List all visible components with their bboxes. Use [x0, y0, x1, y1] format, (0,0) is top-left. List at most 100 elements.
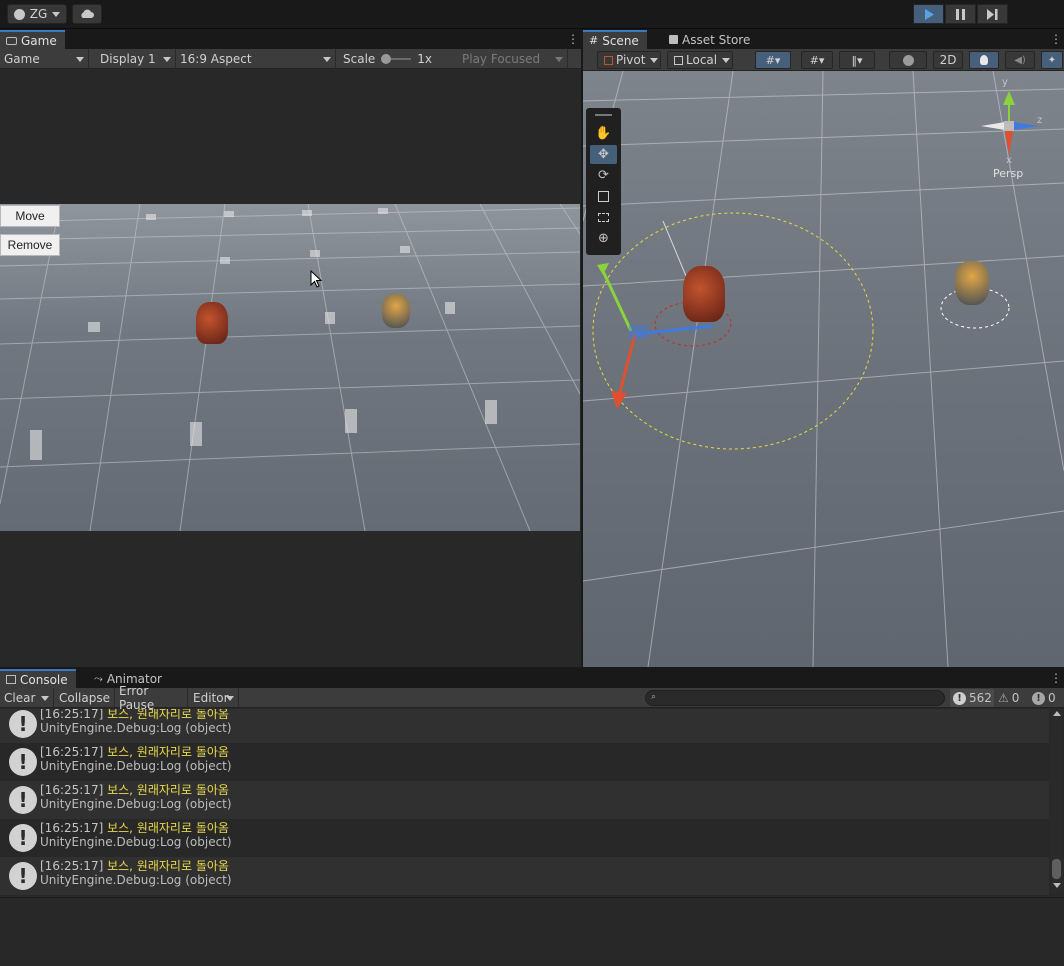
console-panel-menu-icon[interactable]: ⋮ [1050, 672, 1062, 684]
move-tool[interactable]: ✥ [590, 145, 617, 164]
player-character [955, 261, 989, 305]
tab-game[interactable]: Game [0, 30, 65, 49]
error-pause-label: Error Pause [119, 684, 155, 712]
orientation-gizmo[interactable]: y z x Persp [973, 77, 1053, 181]
lighting-toggle[interactable] [969, 51, 999, 69]
shading-mode-icon [902, 54, 914, 66]
audio-toggle[interactable]: ◀) [1005, 51, 1035, 69]
scale-slider-thumb[interactable] [381, 54, 392, 64]
console-search-field[interactable]: ⌕ [645, 690, 945, 706]
speaker-icon: ◀) [1014, 54, 1026, 66]
play-mode-dropdown[interactable]: Play Focused [458, 49, 568, 69]
grid-visibility-dropdown[interactable]: #▾ [801, 51, 833, 69]
entry-trace: UnityEngine.Debug:Log (object) [40, 835, 232, 849]
chevron-down-icon [722, 57, 731, 63]
info-icon: ! [953, 691, 966, 705]
main-toolbar: ZG [0, 0, 1064, 29]
chevron-down-icon [555, 57, 563, 62]
aspect-label: 16:9 Aspect [180, 52, 252, 66]
chevron-down-icon [323, 57, 331, 62]
collapse-toggle[interactable]: Collapse [55, 688, 115, 708]
step-button[interactable] [977, 4, 1008, 24]
log-count-toggle[interactable]: ! 562 [950, 689, 994, 707]
view-type-dropdown[interactable]: Game [0, 49, 89, 69]
hand-tool[interactable]: ✋ [590, 124, 617, 143]
scroll-up-icon[interactable] [1053, 711, 1061, 716]
scrollbar-thumb[interactable] [1052, 859, 1061, 879]
error-pause-toggle[interactable]: Error Pause [115, 684, 188, 712]
console-entry[interactable]: ! [16:25:17] 보스, 원래자리로 돌아옴 UnityEngine.D… [0, 781, 1049, 819]
error-count-toggle[interactable]: ! 0 [1032, 689, 1062, 707]
console-toolbar: Clear Collapse Error Pause Editor ⌕ ! 56… [0, 684, 1064, 712]
tab-asset-store[interactable]: Asset Store [663, 30, 758, 49]
step-icon [987, 8, 998, 20]
grid-snap-toggle[interactable]: #▾ [755, 51, 791, 69]
increment-snap-dropdown[interactable]: ‖▾ [839, 51, 875, 69]
account-label: ZG [29, 7, 48, 21]
chevron-down-icon [52, 11, 61, 17]
console-entry[interactable]: ! [16:25:17] 보스, 원래자리로 돌아옴 UnityEngine.D… [0, 857, 1049, 895]
tab-scene[interactable]: # Scene [583, 30, 647, 49]
game-tab-icon [6, 36, 17, 45]
gizmo-y-label: y [1002, 77, 1008, 88]
transform-tool[interactable]: ⊕ [590, 229, 617, 248]
game-viewport[interactable] [0, 204, 580, 531]
tab-console-label: Console [20, 672, 68, 687]
scale-icon [598, 191, 609, 202]
entry-message: 보스, 원래자리로 돌아옴 [107, 709, 229, 721]
scene-panel: # Scene Asset Store ⋮ Pivot Local #▾ #▾ … [583, 30, 1064, 667]
console-entry[interactable]: ! [16:25:17] 보스, 원래자리로 돌아옴 UnityEngine.D… [0, 709, 1049, 743]
effects-toggle[interactable]: ✦ [1041, 51, 1063, 69]
game-view-toolbar: Game Display 1 16:9 Aspect Scale 1x Play… [0, 49, 581, 69]
aspect-dropdown[interactable]: 16:9 Aspect [176, 49, 336, 69]
pause-button[interactable] [945, 4, 976, 24]
entry-trace: UnityEngine.Debug:Log (object) [40, 759, 232, 773]
transform-tools: ✋ ✥ ⟳ ⊕ [586, 108, 621, 255]
rotate-tool[interactable]: ⟳ [590, 166, 617, 185]
warning-count: 0 [1011, 691, 1020, 705]
shopping-bag-icon [669, 35, 678, 44]
warning-count-toggle[interactable]: ⚠ 0 [998, 689, 1026, 707]
console-entry[interactable]: ! [16:25:17] 보스, 원래자리로 돌아옴 UnityEngine.D… [0, 819, 1049, 857]
entry-trace: UnityEngine.Debug:Log (object) [40, 721, 232, 735]
pivot-label: Pivot [616, 53, 646, 67]
console-search-input[interactable] [662, 691, 942, 705]
editor-dropdown[interactable]: Editor [189, 688, 239, 708]
console-entry[interactable]: ! [16:25:17] 보스, 원래자리로 돌아옴 UnityEngine.D… [0, 743, 1049, 781]
scale-tool[interactable] [590, 187, 617, 206]
scale-slider[interactable] [381, 54, 412, 64]
local-dropdown[interactable]: Local [667, 51, 733, 69]
cloud-button[interactable] [72, 4, 102, 24]
rect-icon [598, 213, 609, 222]
clear-button[interactable]: Clear [0, 688, 54, 708]
entry-time: [16:25:17] [40, 859, 104, 873]
transform-icon: ⊕ [598, 231, 609, 246]
rect-tool[interactable] [590, 208, 617, 227]
log-info-icon: ! [9, 824, 37, 852]
tab-console[interactable]: Console [0, 669, 76, 688]
console-scrollbar[interactable] [1050, 709, 1063, 893]
move-button[interactable]: Move [0, 205, 60, 227]
pivot-dropdown[interactable]: Pivot [597, 51, 661, 69]
axis-gizmo-icon [981, 91, 1039, 155]
display-dropdown[interactable]: Display 1 [96, 49, 176, 69]
scene-viewport[interactable]: ✋ ✥ ⟳ ⊕ y z x Persp [583, 71, 1064, 667]
game-panel-menu-icon[interactable]: ⋮ [567, 33, 579, 45]
rotate-icon: ⟳ [598, 168, 609, 183]
pause-icon [956, 8, 965, 20]
projection-label[interactable]: Persp [993, 167, 1023, 180]
entry-trace: UnityEngine.Debug:Log (object) [40, 797, 232, 811]
palette-handle[interactable] [595, 114, 612, 116]
grid-visibility-icon: #▾ [809, 53, 825, 67]
lightbulb-icon [980, 55, 988, 65]
scroll-down-icon[interactable] [1053, 883, 1061, 888]
play-button[interactable] [913, 4, 944, 24]
account-dropdown[interactable]: ZG [7, 4, 67, 24]
remove-button[interactable]: Remove [0, 234, 60, 256]
ground-grid [0, 204, 580, 531]
toggle-2d-button[interactable]: 2D [933, 51, 963, 69]
tab-asset-store-label: Asset Store [682, 32, 751, 47]
draw-mode-dropdown[interactable] [889, 51, 927, 69]
scene-panel-menu-icon[interactable]: ⋮ [1050, 33, 1062, 45]
game-panel: Game ⋮ Game Display 1 16:9 Aspect Scale … [0, 30, 581, 667]
